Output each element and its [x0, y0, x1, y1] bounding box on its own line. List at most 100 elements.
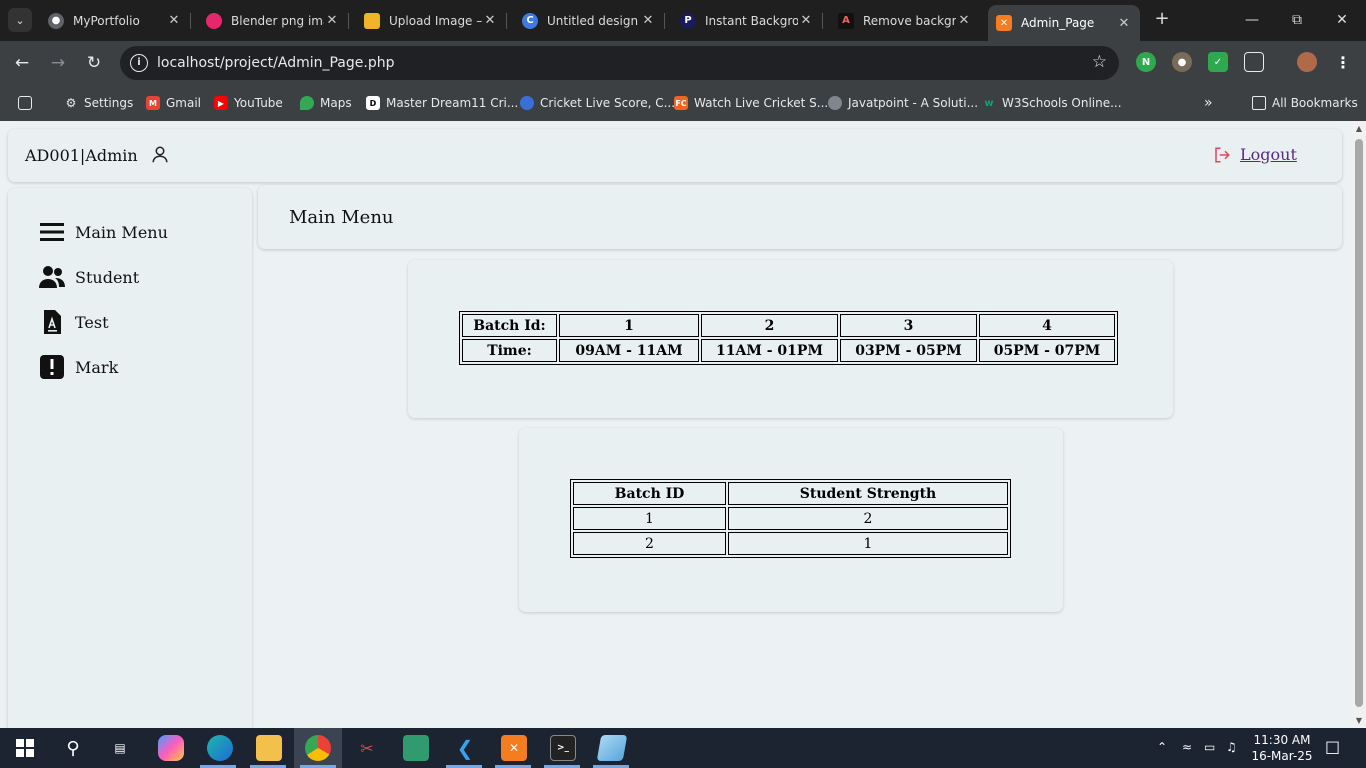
new-tab-icon[interactable]: + [1150, 8, 1174, 32]
scroll-up-arrow-icon[interactable]: ▲ [1352, 124, 1366, 133]
url-text[interactable]: localhost/project/Admin_Page.php [157, 55, 394, 71]
sidebar-item-student[interactable]: Student [39, 263, 139, 291]
task-view-icon[interactable]: ▤ [107, 735, 133, 761]
notification-icon[interactable]: □ [1325, 737, 1340, 756]
extension-n-icon[interactable]: N [1136, 52, 1156, 72]
user-id-label: AD001|Admin [25, 146, 138, 165]
clock-date: 16-Mar-25 [1251, 749, 1313, 763]
forward-icon[interactable]: → [46, 51, 70, 75]
batch-schedule-card: Batch Id: 1 2 3 4 Time: 09AM - 11AM 11AM… [408, 260, 1173, 418]
sidebar-item-main-menu[interactable]: Main Menu [39, 218, 168, 246]
apps-grid-icon[interactable] [18, 93, 38, 113]
fc-icon: FC [674, 96, 688, 110]
close-icon[interactable]: ✕ [956, 13, 972, 28]
menu-kebab-icon[interactable]: ⋮ [1333, 52, 1353, 72]
sidebar-item-mark[interactable]: Mark [39, 353, 118, 381]
globe-icon: ● [48, 12, 64, 29]
close-icon[interactable]: ✕ [324, 13, 340, 28]
folder-icon [1252, 96, 1266, 110]
chevron-up-icon[interactable]: ⌃ [1157, 740, 1167, 754]
canva-icon: C [522, 12, 538, 29]
notepad-icon[interactable] [596, 735, 628, 761]
system-clock[interactable]: 11:30 AM 16-Mar-25 [1250, 732, 1314, 764]
user-icon[interactable] [151, 145, 169, 163]
tab-title: Instant Backgrou [705, 13, 798, 28]
time-cell: 09AM - 11AM [559, 339, 699, 362]
bookmark-gmail[interactable]: M Gmail [146, 93, 201, 113]
batch-id-cell: 1 [559, 314, 699, 337]
extensions-puzzle-icon[interactable] [1244, 52, 1264, 72]
upload-icon [364, 12, 380, 29]
vscode-icon[interactable]: ❮ [452, 735, 478, 761]
tab-myportfolio[interactable]: ● MyPortfolio ✕ [40, 5, 191, 36]
bookmark-watch-cricket[interactable]: FC Watch Live Cricket S... [674, 93, 828, 113]
cricket-icon [520, 96, 534, 110]
close-icon[interactable]: ✕ [482, 13, 498, 28]
store-icon[interactable] [403, 735, 429, 761]
tab-untitled-design[interactable]: C Untitled design ✕ [514, 5, 665, 36]
extension-face-icon[interactable]: ● [1172, 52, 1192, 72]
admin-page: AD001|Admin Logout Main Menu Student Tes… [0, 121, 1366, 728]
bookmark-label: Maps [320, 96, 352, 110]
terminal-icon[interactable]: >_ [550, 735, 576, 761]
battery-icon[interactable]: ▭ [1204, 740, 1215, 754]
windows-taskbar: ⚲ ▤ ✂ ❮ ✕ >_ ⌃ ≈ ▭ ♫ 11:30 AM 16-Mar-25 … [0, 728, 1366, 768]
bookmark-dream11[interactable]: D Master Dream11 Cri... [366, 93, 518, 113]
chrome-icon[interactable] [305, 735, 331, 761]
wifi-icon[interactable]: ≈ [1182, 740, 1192, 754]
tab-instant-background[interactable]: P Instant Backgrou ✕ [672, 5, 823, 36]
sidebar-item-label: Test [75, 312, 109, 332]
scrollbar-thumb[interactable] [1355, 139, 1363, 707]
vertical-scrollbar[interactable]: ▲ ▼ [1352, 121, 1366, 728]
tab-blender[interactable]: Blender png ima ✕ [198, 5, 349, 36]
bookmark-settings[interactable]: ⚙ Settings [64, 93, 134, 113]
reload-icon[interactable]: ↻ [82, 51, 106, 75]
more-bookmarks-icon[interactable]: » [1204, 93, 1213, 113]
close-icon[interactable]: ✕ [640, 13, 656, 28]
row-label: Batch Id: [462, 314, 557, 337]
address-bar[interactable]: i localhost/project/Admin_Page.php ☆ [120, 46, 1119, 80]
tab-remove-background[interactable]: A Remove backgro ✕ [830, 5, 980, 36]
search-icon[interactable]: ⚲ [60, 735, 86, 761]
bookmark-youtube[interactable]: ▶ YouTube [214, 93, 283, 113]
volume-icon[interactable]: ♫ [1226, 740, 1237, 754]
all-bookmarks-folder[interactable]: All Bookmarks [1252, 93, 1358, 113]
logout-link[interactable]: Logout [1240, 145, 1297, 164]
batch-id-cell: 2 [701, 314, 838, 337]
xampp-icon[interactable]: ✕ [501, 735, 527, 761]
student-strength-table: Batch ID Student Strength 1 2 2 1 [570, 479, 1011, 558]
profile-avatar[interactable] [1297, 52, 1317, 72]
site-info-icon[interactable]: i [130, 54, 148, 72]
window-close-icon[interactable]: ✕ [1330, 8, 1354, 32]
tab-upload-image[interactable]: Upload Image – ✕ [356, 5, 507, 36]
restore-icon[interactable]: ⧉ [1285, 8, 1309, 32]
sidebar-item-test[interactable]: Test [39, 308, 109, 336]
windows-start-icon[interactable] [12, 735, 38, 761]
bookmark-maps[interactable]: Maps [300, 93, 352, 113]
copilot-icon[interactable] [158, 735, 184, 761]
batch-id-cell: 4 [979, 314, 1115, 337]
edge-icon[interactable] [207, 735, 233, 761]
table-header-row: Batch ID Student Strength [573, 482, 1008, 505]
logout-area[interactable]: Logout [1213, 145, 1297, 164]
scroll-down-arrow-icon[interactable]: ▼ [1352, 716, 1366, 725]
bookmark-javatpoint[interactable]: Javatpoint - A Soluti... [828, 93, 978, 113]
close-icon[interactable]: ✕ [166, 13, 182, 28]
bookmark-star-icon[interactable]: ☆ [1092, 52, 1107, 72]
close-icon[interactable]: ✕ [798, 13, 814, 28]
table-row: Time: 09AM - 11AM 11AM - 01PM 03PM - 05P… [462, 339, 1115, 362]
bookmark-label: YouTube [234, 96, 283, 110]
tab-admin-page[interactable]: ✕ Admin_Page ✕ [988, 5, 1140, 41]
bookmark-w3schools[interactable]: w W3Schools Online... [982, 93, 1121, 113]
close-icon[interactable]: ✕ [1116, 16, 1132, 31]
back-icon[interactable]: ← [10, 51, 34, 75]
extension-shield-icon[interactable]: ✓ [1208, 52, 1228, 72]
snipping-tool-icon[interactable]: ✂ [354, 735, 380, 761]
file-explorer-icon[interactable] [256, 735, 282, 761]
hamburger-icon [40, 223, 64, 241]
minimize-icon[interactable]: — [1240, 8, 1264, 32]
logout-icon[interactable] [1213, 146, 1231, 164]
tab-search-icon[interactable]: ⌄ [8, 8, 32, 32]
top-bar: AD001|Admin Logout [8, 129, 1342, 182]
bookmark-cricket-live[interactable]: Cricket Live Score, C... [520, 93, 675, 113]
